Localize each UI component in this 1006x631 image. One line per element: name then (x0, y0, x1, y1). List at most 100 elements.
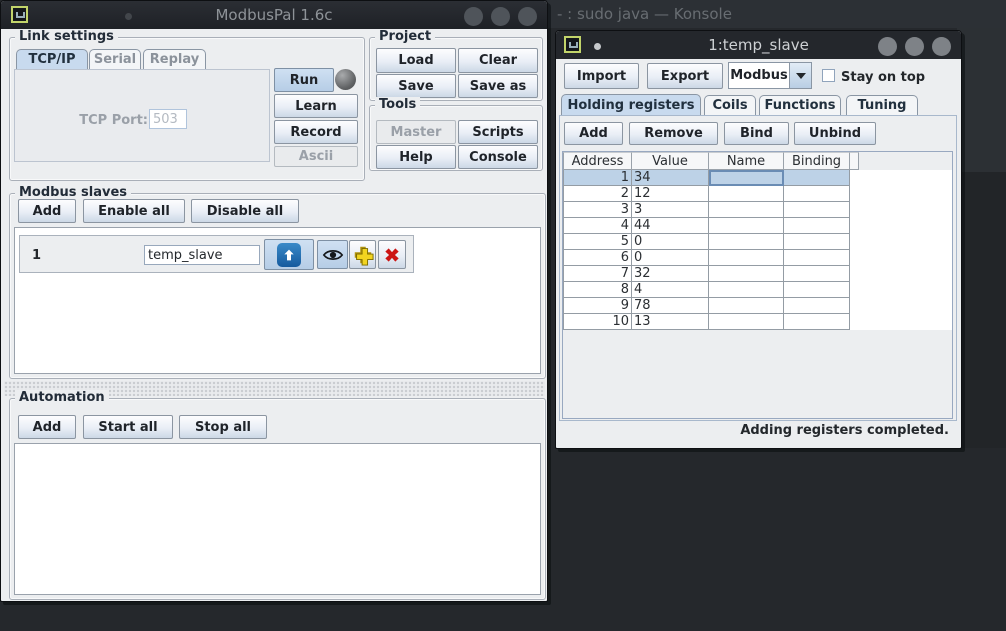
save-button[interactable]: Save (376, 74, 456, 98)
stay-on-top-checkbox[interactable] (822, 69, 835, 82)
import-button[interactable]: Import (564, 63, 639, 89)
table-cell[interactable] (709, 298, 784, 314)
table-row[interactable]: 60 (563, 250, 952, 266)
column-header-binding[interactable]: Binding (784, 152, 850, 170)
tab-functions[interactable]: Functions (759, 95, 841, 116)
enable-all-button[interactable]: Enable all (83, 199, 185, 223)
window-button-icon[interactable] (464, 7, 483, 26)
table-cell[interactable]: 9 (563, 298, 632, 314)
table-cell[interactable]: 0 (632, 234, 709, 250)
table-cell[interactable] (784, 186, 850, 202)
column-header-name[interactable]: Name (709, 152, 784, 170)
window-button-icon[interactable] (932, 37, 951, 56)
table-cell[interactable]: 78 (632, 298, 709, 314)
table-cell[interactable]: 10 (563, 314, 632, 330)
window-buttons[interactable] (464, 7, 537, 26)
table-cell[interactable]: 3 (563, 202, 632, 218)
column-header-value[interactable]: Value (632, 152, 709, 170)
table-cell[interactable] (784, 218, 850, 234)
slave-titlebar[interactable]: 1:temp_slave (556, 31, 961, 59)
table-cell[interactable] (709, 234, 784, 250)
table-cell[interactable]: 5 (563, 234, 632, 250)
table-cell[interactable]: 7 (563, 266, 632, 282)
tab-serial[interactable]: Serial (89, 49, 141, 70)
register-remove-button[interactable]: Remove (629, 122, 718, 145)
table-cell[interactable]: 4 (632, 282, 709, 298)
window-button-icon[interactable] (491, 7, 510, 26)
record-button[interactable]: Record (274, 120, 358, 144)
table-row[interactable]: 50 (563, 234, 952, 250)
tab-tcpip[interactable]: TCP/IP (16, 49, 88, 70)
window-button-icon[interactable] (905, 37, 924, 56)
table-cell[interactable] (784, 314, 850, 330)
table-row[interactable]: 33 (563, 202, 952, 218)
console-button[interactable]: Console (458, 145, 538, 169)
table-row[interactable]: 134 (563, 170, 952, 186)
table-cell[interactable] (709, 250, 784, 266)
table-cell[interactable]: 4 (563, 218, 632, 234)
table-cell[interactable] (709, 314, 784, 330)
table-cell[interactable] (709, 266, 784, 282)
table-cell[interactable]: 3 (632, 202, 709, 218)
run-button[interactable]: Run (274, 68, 334, 92)
stop-all-button[interactable]: Stop all (179, 415, 267, 439)
window-buttons[interactable] (878, 37, 951, 56)
table-cell[interactable] (784, 202, 850, 218)
tab-tuning[interactable]: Tuning (846, 95, 918, 116)
register-add-button[interactable]: Add (564, 122, 623, 145)
automation-add-button[interactable]: Add (18, 415, 76, 439)
table-cell[interactable] (784, 266, 850, 282)
tab-coils[interactable]: Coils (704, 95, 756, 116)
table-cell[interactable] (709, 170, 784, 186)
register-unbind-button[interactable]: Unbind (794, 122, 876, 145)
disable-all-button[interactable]: Disable all (191, 199, 299, 223)
combo-dropdown-button[interactable] (790, 62, 812, 89)
tab-holding-registers[interactable]: Holding registers (561, 94, 701, 116)
table-row[interactable]: 732 (563, 266, 952, 282)
table-cell[interactable]: 32 (632, 266, 709, 282)
load-button[interactable]: Load (376, 48, 456, 73)
table-cell[interactable] (784, 282, 850, 298)
table-cell[interactable]: 1 (563, 170, 632, 186)
delete-slave-button[interactable] (378, 240, 406, 269)
table-row[interactable]: 212 (563, 186, 952, 202)
slave-add-button[interactable]: Add (18, 199, 76, 223)
table-cell[interactable] (709, 186, 784, 202)
table-cell[interactable]: 6 (563, 250, 632, 266)
table-row[interactable]: 1013 (563, 314, 952, 330)
protocol-combo[interactable]: Modbus (728, 62, 790, 89)
learn-button[interactable]: Learn (274, 94, 358, 118)
start-all-button[interactable]: Start all (83, 415, 173, 439)
table-cell[interactable] (709, 282, 784, 298)
register-bind-button[interactable]: Bind (724, 122, 789, 145)
table-cell[interactable]: 13 (632, 314, 709, 330)
table-cell[interactable]: 34 (632, 170, 709, 186)
help-button[interactable]: Help (376, 145, 456, 169)
table-cell[interactable]: 2 (563, 186, 632, 202)
export-button[interactable]: Export (647, 63, 723, 89)
table-row[interactable]: 84 (563, 282, 952, 298)
table-cell[interactable] (709, 218, 784, 234)
duplicate-slave-button[interactable] (349, 240, 376, 269)
save-as-button[interactable]: Save as (458, 74, 538, 98)
table-cell[interactable] (784, 298, 850, 314)
table-cell[interactable]: 12 (632, 186, 709, 202)
table-cell[interactable] (709, 202, 784, 218)
table-row[interactable]: 444 (563, 218, 952, 234)
table-cell[interactable] (784, 234, 850, 250)
scripts-button[interactable]: Scripts (458, 120, 538, 144)
table-cell[interactable]: 0 (632, 250, 709, 266)
table-cell[interactable]: 44 (632, 218, 709, 234)
konsole-titlebar[interactable]: - : sudo java — Konsole (547, 0, 1006, 28)
tcp-port-input[interactable] (149, 109, 187, 129)
window-button-icon[interactable] (878, 37, 897, 56)
modbuspal-titlebar[interactable]: ModbusPal 1.6c (1, 1, 547, 29)
table-cell[interactable] (784, 250, 850, 266)
slave-name-input[interactable] (144, 245, 260, 265)
tab-replay[interactable]: Replay (143, 49, 206, 70)
column-header-address[interactable]: Address (563, 152, 632, 170)
slave-enabled-toggle[interactable] (264, 239, 314, 270)
clear-button[interactable]: Clear (458, 48, 538, 73)
window-button-icon[interactable] (518, 7, 537, 26)
view-slave-button[interactable] (317, 240, 348, 269)
